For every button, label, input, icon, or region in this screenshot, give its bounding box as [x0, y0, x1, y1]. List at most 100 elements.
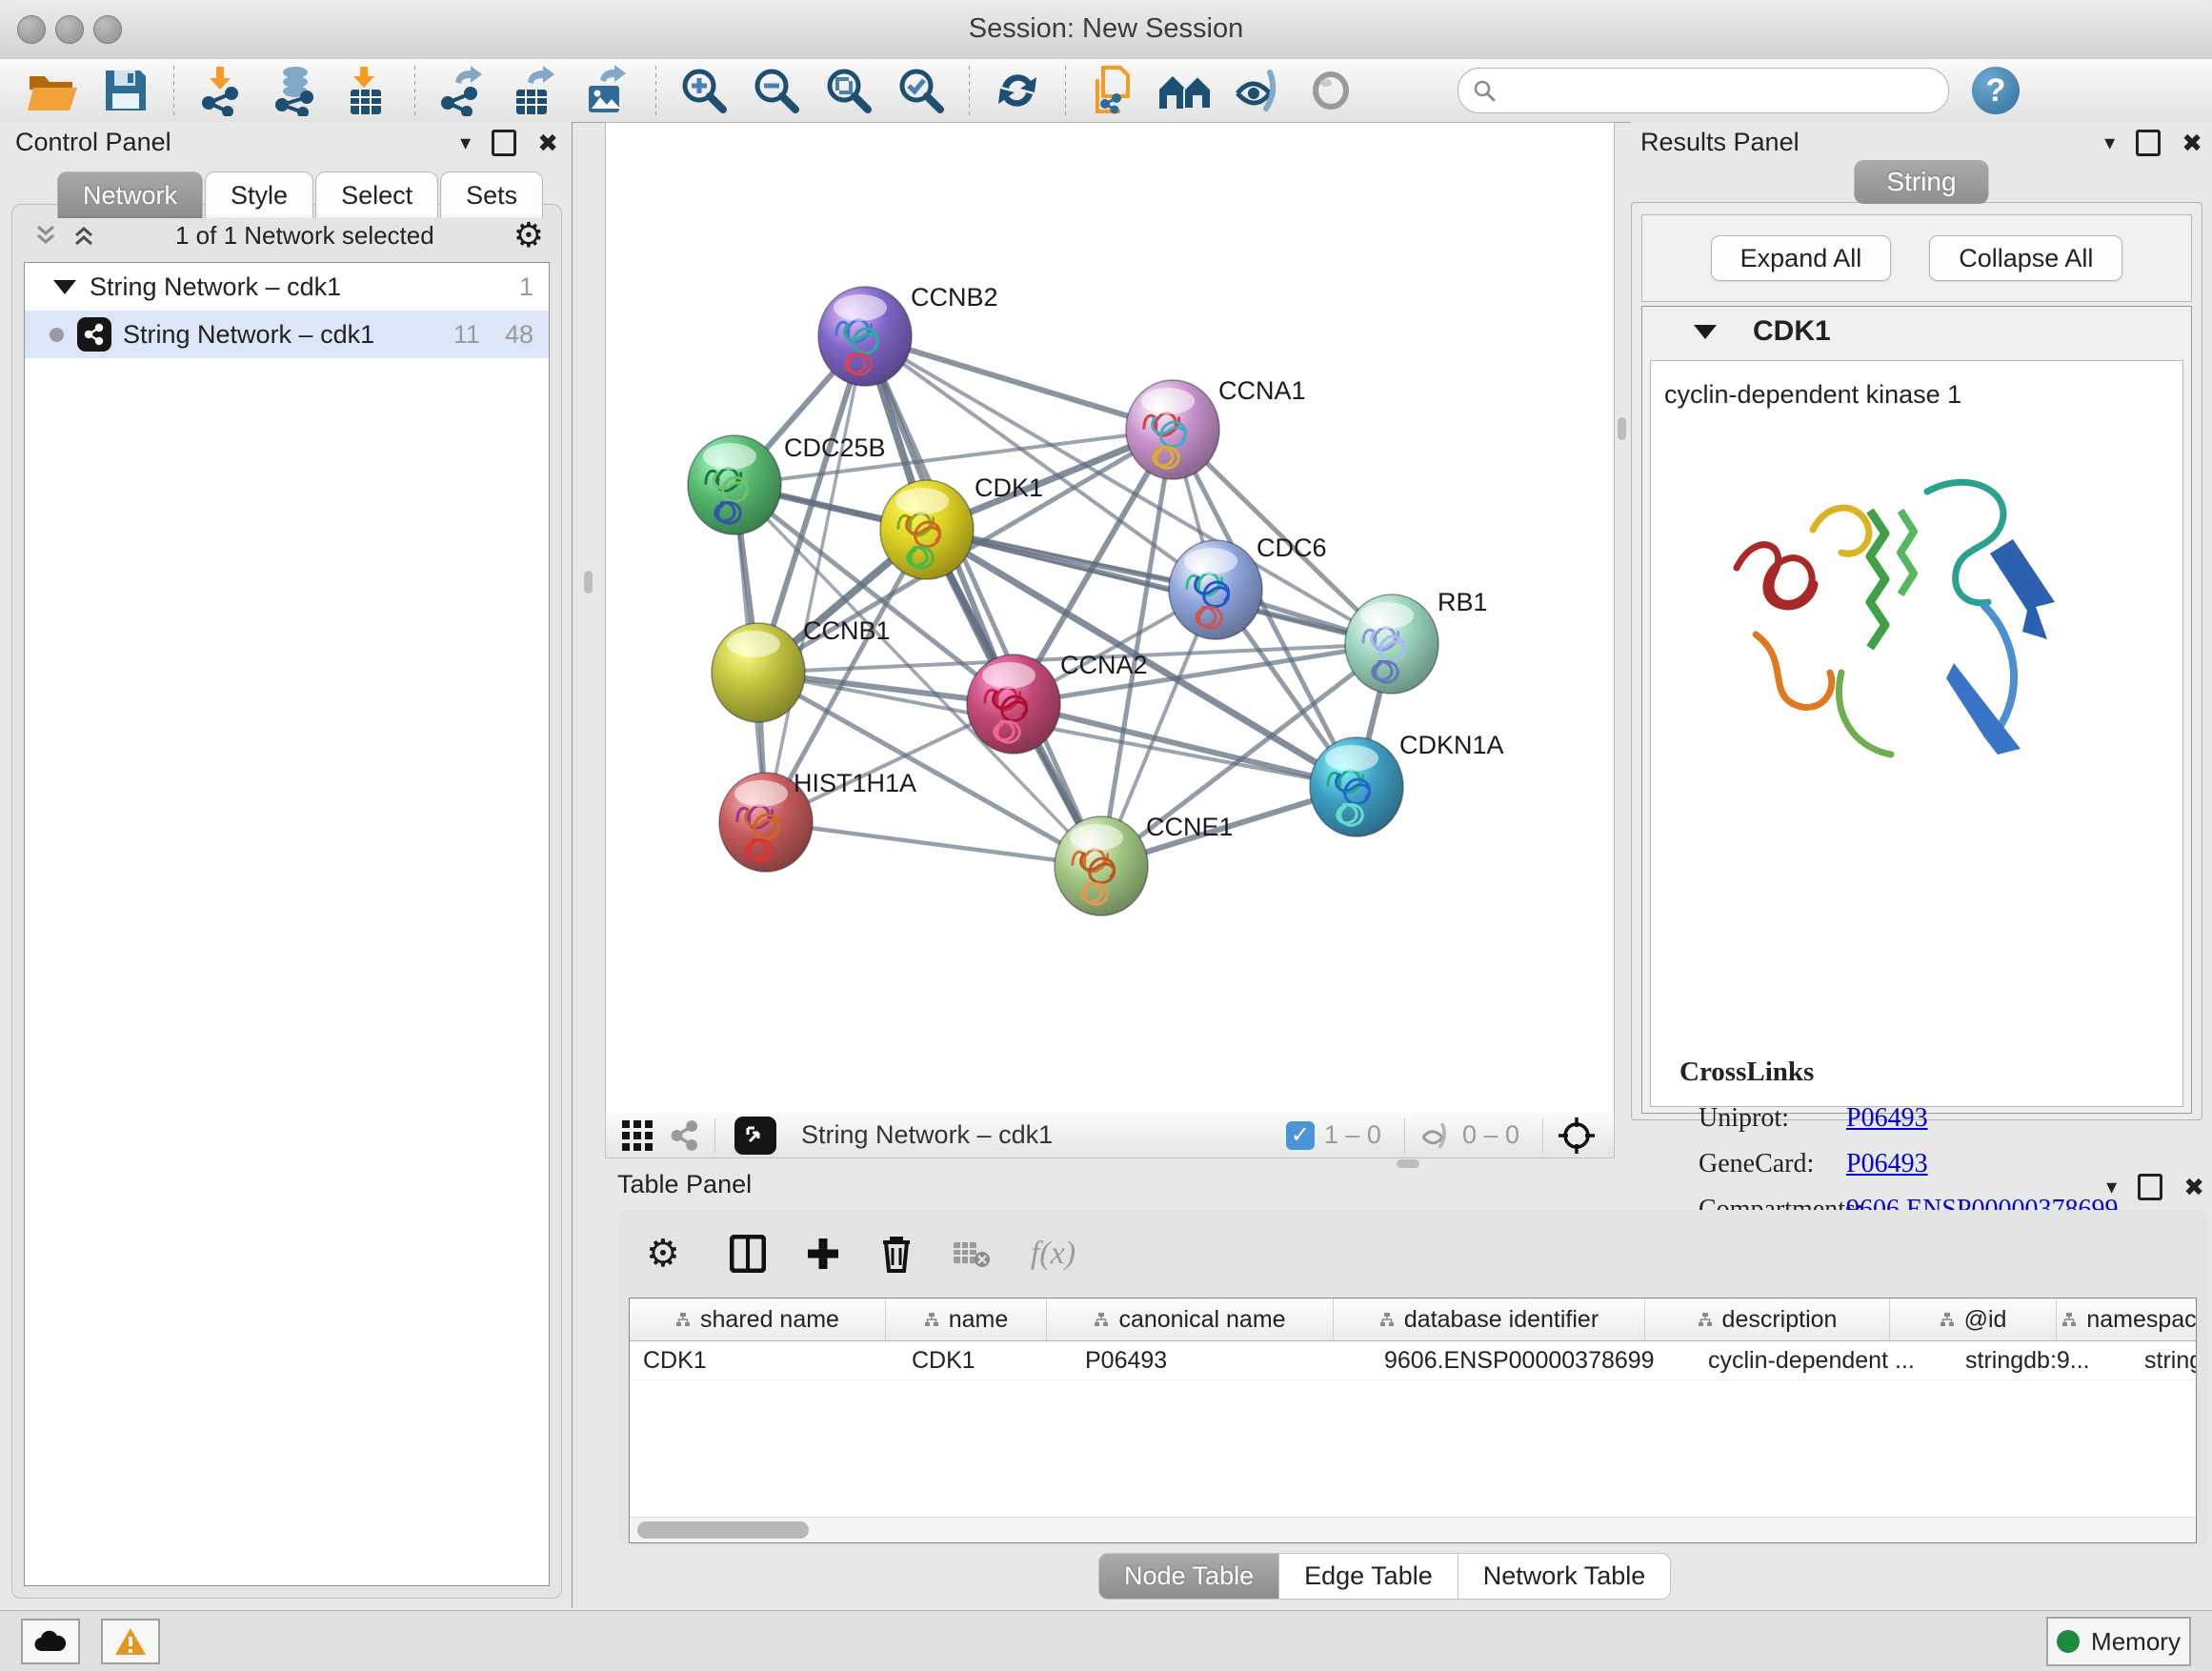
graph-node-HIST1H1A[interactable]: HIST1H1A	[719, 769, 916, 872]
export-image-button[interactable]	[572, 62, 644, 119]
tab-network[interactable]: Network	[57, 171, 203, 218]
export-network-button[interactable]	[427, 62, 499, 119]
warnings-button[interactable]	[101, 1619, 160, 1664]
crosslink-row: Uniprot:P06493	[1679, 1103, 2118, 1134]
fit-content-crosshair-icon[interactable]	[1557, 1116, 1597, 1156]
collection-expand-icon[interactable]	[53, 280, 76, 294]
help-button[interactable]: ?	[1972, 67, 2020, 114]
column-header-database-identifier[interactable]: database identifier	[1334, 1299, 1645, 1340]
graph-node-CCNA1[interactable]: CCNA1	[1126, 376, 1306, 479]
node-label-CCNB2: CCNB2	[911, 283, 998, 312]
refresh-button[interactable]	[981, 62, 1054, 119]
tab-node-table[interactable]: Node Table	[1098, 1553, 1279, 1600]
add-column-icon[interactable]	[806, 1237, 840, 1271]
graph-node-CCNE1[interactable]: CCNE1	[1055, 813, 1234, 916]
network-options-gear-icon[interactable]: ⚙	[513, 218, 544, 252]
expand-all-icon[interactable]	[71, 223, 96, 248]
network-view-canvas[interactable]: CCNB2CCNA1CDC25BCDK1CDC6RB1CCNB1CCNA2CDK…	[605, 122, 1615, 1115]
table-options-gear-icon[interactable]: ⚙	[646, 1235, 680, 1273]
graph-node-RB1[interactable]: RB1	[1345, 588, 1488, 694]
collapse-all-button[interactable]: Collapse All	[1929, 235, 2122, 281]
table-horizontal-scrollbar[interactable]	[630, 1517, 2196, 1542]
import-table-button[interactable]	[331, 62, 403, 119]
control-panel-close-icon[interactable]: ✖	[537, 129, 558, 158]
import-network-database-button[interactable]	[258, 62, 331, 119]
scrollbar-thumb[interactable]	[637, 1521, 809, 1539]
column-header-name[interactable]: name	[886, 1299, 1047, 1340]
tab-sets[interactable]: Sets	[440, 171, 543, 218]
title-bar: Session: New Session	[0, 0, 2212, 60]
node-entry-header[interactable]: CDK1	[1642, 307, 2191, 356]
network-row[interactable]: String Network – cdk1 11 48	[25, 311, 549, 358]
search-field[interactable]	[1458, 68, 1949, 113]
import-network-file-button[interactable]	[186, 62, 258, 119]
crosslink-link[interactable]: P06493	[1846, 1103, 1928, 1134]
network-graph[interactable]: CCNB2CCNA1CDC25BCDK1CDC6RB1CCNB1CCNA2CDK…	[606, 123, 1614, 1114]
zoom-fit-button[interactable]	[813, 62, 885, 119]
network-collection-row[interactable]: String Network – cdk1 1	[25, 263, 549, 311]
table-cell[interactable]: cyclin-dependent ...	[1695, 1341, 1952, 1379]
tab-style[interactable]: Style	[205, 171, 313, 218]
network-selection-status: 1 of 1 Network selected	[96, 221, 513, 251]
column-header--id[interactable]: @id	[1890, 1299, 2057, 1340]
tab-edge-table[interactable]: Edge Table	[1279, 1553, 1458, 1600]
graph-node-CDKN1A[interactable]: CDKN1A	[1310, 731, 1504, 836]
results-panel: Results Panel ▾ ✖ String Expand All Coll…	[1631, 122, 2212, 1158]
table-cell[interactable]: 9606.ENSP00000378699	[1371, 1341, 1695, 1379]
graph-node-CDK1[interactable]: CDK1	[880, 473, 1043, 579]
table-cell[interactable]: P06493	[1072, 1341, 1371, 1379]
birdseye-view-toggle[interactable]	[734, 1117, 776, 1155]
delete-column-icon[interactable]	[880, 1235, 913, 1273]
zoom-selected-button[interactable]	[885, 62, 957, 119]
results-panel-close-icon[interactable]: ✖	[2182, 129, 2202, 158]
results-panel-menu-icon[interactable]: ▾	[2104, 131, 2115, 155]
table-panel-close-icon[interactable]: ✖	[2183, 1173, 2204, 1202]
tab-network-table[interactable]: Network Table	[1458, 1553, 1672, 1600]
column-header-description[interactable]: description	[1645, 1299, 1890, 1340]
control-panel-float-icon[interactable]	[492, 130, 516, 156]
left-splitter-handle[interactable]	[584, 571, 593, 594]
zoom-out-button[interactable]	[740, 62, 813, 119]
column-header-canonical-name[interactable]: canonical name	[1047, 1299, 1334, 1340]
table-cell[interactable]: stringdb:9...	[1952, 1341, 2131, 1379]
memory-button[interactable]: Memory	[2046, 1617, 2191, 1666]
hidden-counts: 0 – 0	[1462, 1120, 1519, 1150]
table-cell[interactable]: CDK1	[630, 1341, 898, 1379]
grid-view-icon[interactable]	[621, 1119, 654, 1152]
cloud-status-button[interactable]	[21, 1619, 80, 1664]
open-file-button[interactable]	[17, 62, 90, 119]
results-panel-float-icon[interactable]	[2136, 130, 2161, 156]
show-columns-icon[interactable]	[730, 1235, 766, 1273]
clone-network-button[interactable]	[1077, 62, 1150, 119]
horizontal-splitter-handle[interactable]	[1397, 1159, 1419, 1168]
network-view-mode-icon[interactable]	[669, 1119, 701, 1152]
show-all-button[interactable]	[1295, 62, 1367, 119]
export-table-button[interactable]	[499, 62, 572, 119]
tab-select[interactable]: Select	[315, 171, 438, 218]
search-input[interactable]	[1497, 76, 1910, 105]
table-panel-menu-icon[interactable]: ▾	[2106, 1175, 2117, 1199]
expand-all-button[interactable]: Expand All	[1711, 235, 1892, 281]
right-splitter-handle[interactable]	[1618, 417, 1626, 440]
zoom-in-button[interactable]	[668, 62, 740, 119]
node-table[interactable]: shared namenamecanonical namedatabase id…	[629, 1298, 2197, 1543]
column-header-shared-name[interactable]: shared name	[630, 1299, 886, 1340]
first-neighbors-button[interactable]	[1150, 62, 1222, 119]
hidden-items-icon[interactable]	[1418, 1121, 1453, 1150]
selected-nodes-checkbox[interactable]: ✓	[1286, 1121, 1315, 1150]
table-cell[interactable]: stringdb	[2131, 1341, 2197, 1379]
control-panel-menu-icon[interactable]: ▾	[460, 131, 471, 155]
hide-selected-button[interactable]	[1222, 62, 1295, 119]
collapse-all-icon[interactable]	[33, 223, 58, 248]
entry-expand-icon[interactable]	[1694, 325, 1717, 339]
network-tab-content: 1 of 1 Network selected ⚙ String Network…	[11, 204, 562, 1599]
tab-string[interactable]: String	[1854, 160, 1988, 204]
zoom-out-icon	[751, 65, 802, 116]
table-panel-float-icon[interactable]	[2138, 1174, 2162, 1200]
graph-node-CDC25B[interactable]: CDC25B	[688, 433, 886, 534]
table-cell[interactable]: CDK1	[898, 1341, 1072, 1379]
save-session-button[interactable]	[90, 62, 162, 119]
table-row[interactable]: CDK1CDK1P064939606.ENSP00000378699cyclin…	[630, 1341, 2196, 1380]
column-header-namespac[interactable]: namespac	[2057, 1299, 2197, 1340]
crosslink-label: Uniprot:	[1699, 1103, 1846, 1134]
